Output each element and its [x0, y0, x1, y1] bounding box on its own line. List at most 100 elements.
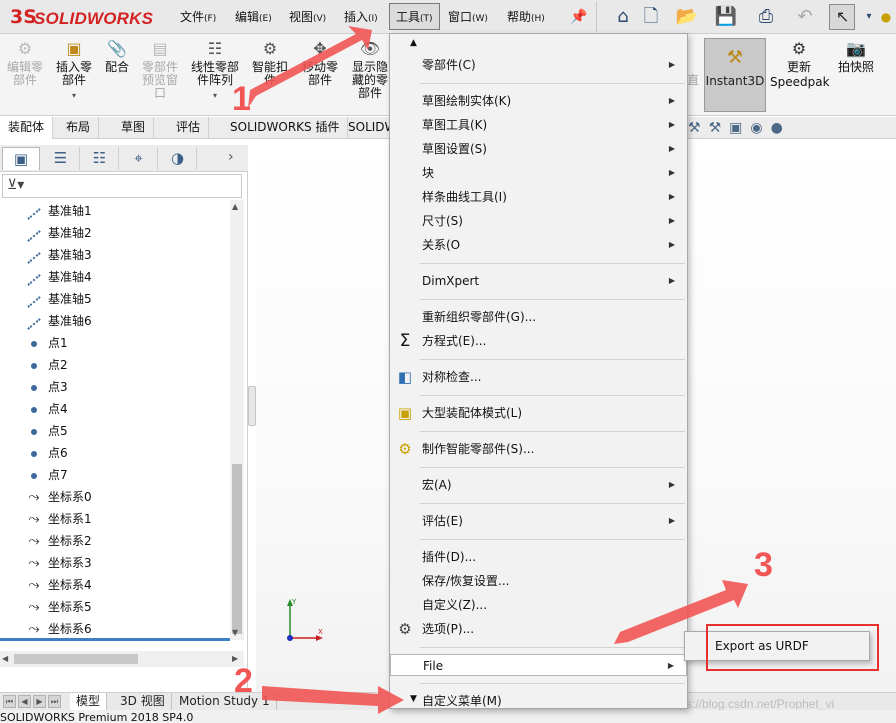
view-orientation-icon[interactable]: ⚒ [688, 120, 709, 136]
tools-menu-item[interactable]: 块 ▶ [390, 162, 687, 184]
pin-icon[interactable]: 📌 [570, 6, 588, 28]
next-tab-icon[interactable]: ▶ [33, 695, 46, 708]
tools-menu-item[interactable]: 评估(E) ▶ [390, 510, 687, 532]
tree-vertical-scrollbar[interactable]: ▲ ▼ [230, 200, 244, 640]
tree-item-axis[interactable]: 基准轴5 [0, 288, 230, 310]
tree-item-point[interactable]: 点3 [0, 376, 230, 398]
scroll-down-icon[interactable]: ▼ [232, 628, 238, 637]
open-folder-icon[interactable]: 📂 [674, 6, 700, 28]
instant3d-button[interactable]: ⚒ Instant3D [704, 38, 766, 112]
menu-scroll-down-icon[interactable]: ▼ [410, 694, 417, 704]
tree-item-coord[interactable]: ⤳ 坐标系3 [0, 552, 230, 574]
new-document-icon[interactable]: 🗋 [640, 6, 662, 28]
rollback-bar[interactable] [0, 638, 230, 641]
tools-menu-item[interactable]: 保存/恢复设置... [390, 570, 687, 592]
tree-item-axis[interactable]: 基准轴1 [0, 200, 230, 222]
scroll-up-icon[interactable]: ▲ [232, 202, 238, 211]
tools-menu-item[interactable]: ▣ 大型装配体模式(L) [390, 402, 687, 424]
scroll-left-icon[interactable]: ◀ [2, 654, 8, 663]
mate-button[interactable]: 📎 配合 [100, 40, 134, 74]
scroll-thumb[interactable] [232, 464, 242, 634]
tree-item-coord[interactable]: ⤳ 坐标系0 [0, 486, 230, 508]
tree-item-point[interactable]: 点7 [0, 464, 230, 486]
tools-menu-item[interactable]: 自定义菜单(M) [390, 690, 687, 712]
component-preview-button[interactable]: ▤ 零部件预览窗口 [137, 40, 183, 100]
heads-up-view-toolbar[interactable]: ⚒⚒▣◉● [688, 120, 791, 136]
tab-3d-view[interactable]: 3D 视图 [114, 693, 172, 711]
tree-item-coord[interactable]: ⤳ 坐标系6 [0, 618, 230, 640]
edit-component-button[interactable]: ⚙ 编辑零部件 [2, 40, 48, 87]
tree-item-axis[interactable]: 基准轴3 [0, 244, 230, 266]
tree-item-point[interactable]: 点4 [0, 398, 230, 420]
tree-horizontal-scrollbar[interactable]: ◀ ▶ [0, 651, 244, 667]
last-tab-icon[interactable]: ⏭ [48, 695, 61, 708]
tools-menu-item[interactable]: 样条曲线工具(I) ▶ [390, 186, 687, 208]
configuration-tab-icon[interactable]: ☷ [81, 147, 119, 170]
appearance-icon[interactable]: ● [771, 120, 791, 136]
tools-menu-item[interactable]: 草图工具(K) ▶ [390, 114, 687, 136]
menu-edit[interactable]: 编辑(E) [235, 8, 272, 25]
feature-tree-tab-icon[interactable]: ▣ [2, 147, 40, 170]
select-pointer-button[interactable]: ↖ [829, 4, 855, 30]
tree-item-point[interactable]: 点1 [0, 332, 230, 354]
tab-model[interactable]: 模型 [70, 693, 108, 711]
tree-item-axis[interactable]: 基准轴6 [0, 310, 230, 332]
display-manager-tab-icon[interactable]: ◑ [159, 147, 197, 170]
smart-fasteners-button[interactable]: ⚙ 智能扣件 [247, 40, 293, 87]
tree-item-axis[interactable]: 基准轴2 [0, 222, 230, 244]
tools-menu-item[interactable]: ◧ 对称检查... [390, 366, 687, 388]
tree-item-point[interactable]: 点5 [0, 420, 230, 442]
tree-item-coord[interactable]: ⤳ 坐标系5 [0, 596, 230, 618]
tree-item-coord[interactable]: ⤳ 坐标系1 [0, 508, 230, 530]
tree-item-coord[interactable]: ⤳ 坐标系2 [0, 530, 230, 552]
property-manager-tab-icon[interactable]: ☰ [42, 147, 80, 170]
dimxpert-tab-icon[interactable]: ⌖ [120, 147, 158, 170]
undo-icon[interactable]: ↶ [792, 6, 818, 28]
chevron-down-icon[interactable]: ▾ [51, 89, 97, 102]
tools-menu-item[interactable]: 关系(O ▶ [390, 234, 687, 256]
prev-tab-icon[interactable]: ◀ [18, 695, 31, 708]
tools-menu-item[interactable]: DimXpert ▶ [390, 270, 687, 292]
snapshot-button[interactable]: 📷 拍快照 [834, 40, 878, 74]
menu-help[interactable]: 帮助(H) [507, 8, 545, 25]
tools-menu-item[interactable]: File ▶ [390, 654, 687, 676]
tools-menu-item[interactable]: 重新组织零部件(G)... [390, 306, 687, 328]
chevron-right-icon[interactable]: › [228, 149, 234, 165]
tree-item-point[interactable]: 点2 [0, 354, 230, 376]
display-style-icon[interactable]: ▣ [729, 120, 750, 136]
tab-solidworks-addins[interactable]: SOLIDWORKS 插件 [222, 117, 349, 139]
menu-window[interactable]: 窗口(W) [448, 8, 488, 25]
tools-menu-item[interactable]: 尺寸(S) ▶ [390, 210, 687, 232]
tools-menu-item[interactable]: 草图设置(S) ▶ [390, 138, 687, 160]
tab-sketch[interactable]: 草图 [113, 117, 155, 139]
tree-item-point[interactable]: 点6 [0, 442, 230, 464]
show-hidden-button[interactable]: 👁 显示隐藏的零部件 [348, 40, 392, 100]
tree-filter[interactable]: ⊻▾ [2, 174, 242, 198]
menu-scroll-up-icon[interactable]: ▲ [410, 38, 417, 48]
insert-component-button[interactable]: ▣ 插入零部件 ▾ [51, 40, 97, 102]
tools-menu-item[interactable]: 宏(A) ▶ [390, 474, 687, 496]
tools-menu-item[interactable]: 草图绘制实体(K) ▶ [390, 90, 687, 112]
update-speedpak-button[interactable]: ⚙ 更新 Speedpak [770, 40, 830, 89]
menu-tools[interactable]: 工具(T) [389, 3, 440, 30]
traffic-light-icon[interactable]: ● [878, 6, 894, 28]
tools-menu-item[interactable]: ⚙ 制作智能零部件(S)... [390, 438, 687, 460]
tools-menu-item[interactable]: 自定义(Z)... [390, 594, 687, 616]
print-icon[interactable]: ⎙ [753, 6, 779, 28]
menu-file[interactable]: 文件(F) [180, 8, 216, 25]
chevron-down-icon[interactable]: ▾ [862, 6, 876, 28]
save-icon[interactable]: 💾 [714, 6, 738, 28]
tools-menu-item[interactable]: 零部件(C) ▶ [390, 54, 687, 76]
hide-show-icon[interactable]: ◉ [750, 120, 770, 136]
section-view-icon[interactable]: ⚒ [709, 120, 730, 136]
menu-view[interactable]: 视图(V) [289, 8, 326, 25]
scroll-thumb[interactable] [14, 654, 138, 664]
move-component-button[interactable]: ✥ 移动零部件 [297, 40, 343, 87]
first-tab-icon[interactable]: ⏮ [3, 695, 16, 708]
tab-evaluate[interactable]: 评估 [168, 117, 210, 139]
tree-item-coord[interactable]: ⤳ 坐标系4 [0, 574, 230, 596]
panel-splitter-handle[interactable] [248, 386, 256, 426]
tab-layout[interactable]: 布局 [58, 117, 100, 139]
tools-menu-item[interactable]: ⚙ 选项(P)... [390, 618, 687, 640]
tools-menu-item[interactable]: 插件(D)... [390, 546, 687, 568]
